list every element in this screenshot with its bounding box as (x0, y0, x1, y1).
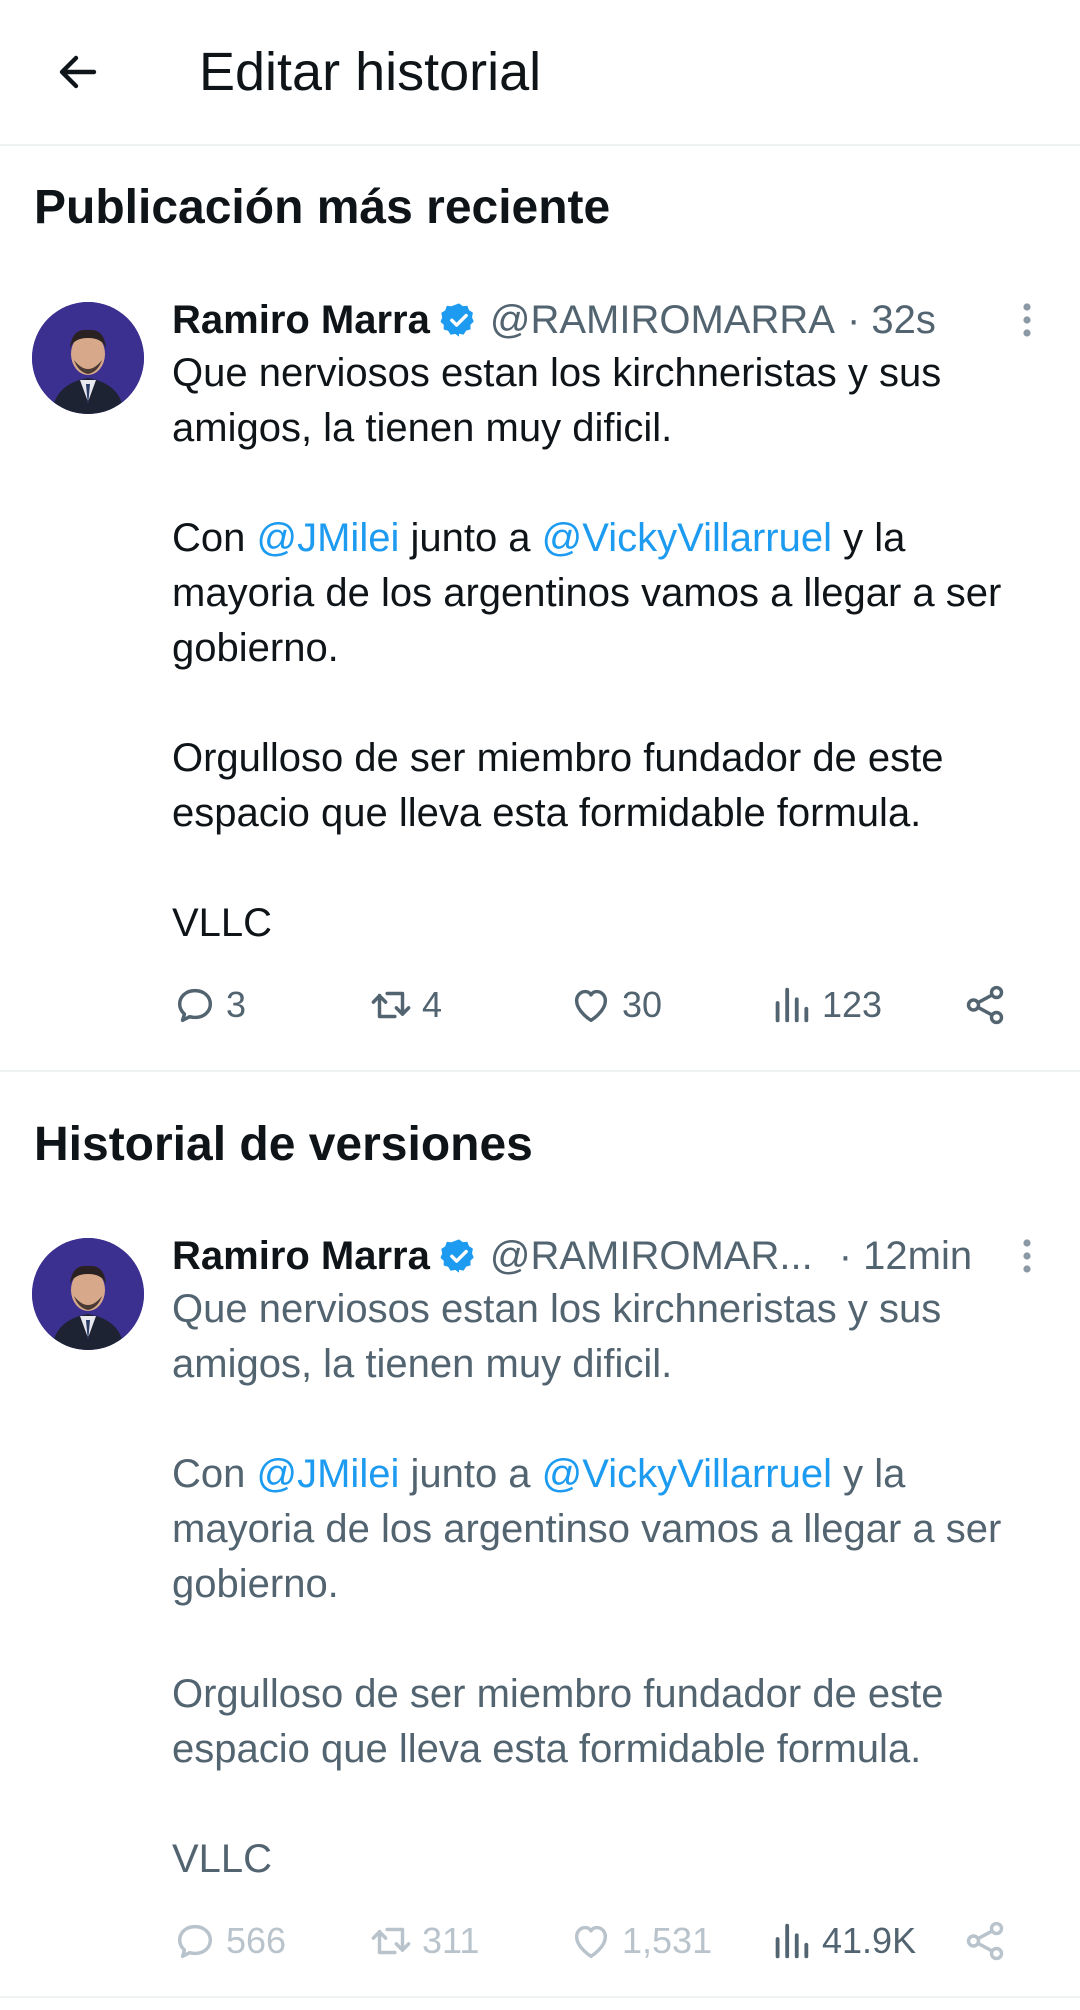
post-paragraph: Que nerviosos estan los kirchneristas y … (172, 1287, 942, 1386)
back-button[interactable] (42, 40, 114, 104)
more-options-button[interactable] (1012, 1236, 1042, 1276)
mention-link[interactable]: @JMilei (257, 1452, 400, 1496)
author-handle[interactable]: @RAMIROMARRA (490, 298, 835, 343)
post-text: Que nerviosos estan los kirchneristas y … (172, 1282, 1052, 1887)
repost-count: 4 (422, 984, 443, 1025)
post-paragraph: Orgulloso de ser miembro fundador de est… (172, 736, 944, 835)
avatar[interactable] (32, 1238, 144, 1350)
repost-count: 311 (422, 1920, 480, 1961)
text-span: junto a (399, 1452, 542, 1496)
mention-link[interactable]: @VickyVillarruel (542, 1452, 832, 1496)
section-divider (0, 1070, 1080, 1072)
post-paragraph: Con @JMilei junto a @VickyVillarruel y l… (172, 1447, 1052, 1612)
heart-icon (574, 1925, 608, 1959)
repost-icon (371, 991, 411, 1019)
reply-button[interactable]: 3 (172, 975, 246, 1035)
text-span: Con (172, 1452, 257, 1496)
post-paragraph: Que nerviosos estan los kirchneristas y … (172, 351, 942, 450)
heart-icon (574, 989, 608, 1023)
like-button: 1,531 (568, 1911, 712, 1971)
avatar-image (32, 302, 144, 414)
post-text: Que nerviosos estan los kirchneristas y … (172, 346, 1052, 951)
like-count: 30 (622, 984, 663, 1025)
post-paragraph: Con @JMilei junto a @VickyVillarruel y l… (172, 511, 1052, 676)
avatar-image (32, 1238, 144, 1350)
views-button[interactable]: 41.9K (768, 1911, 916, 1971)
more-options-button[interactable] (1012, 300, 1042, 340)
repost-button: 311 (368, 1911, 479, 1971)
avatar[interactable] (32, 302, 144, 414)
section-title-latest: Publicación más reciente (34, 181, 611, 234)
reply-count: 566 (226, 1920, 287, 1961)
post-meta: Ramiro Marra @RAMIROMAR... · 12min (172, 1226, 972, 1286)
post-meta: Ramiro Marra @RAMIROMARRA · 32s (172, 290, 936, 350)
like-count: 1,531 (622, 1920, 713, 1961)
post-paragraph: VLLC (172, 901, 273, 945)
post-paragraph: VLLC (172, 1837, 273, 1881)
mention-link[interactable]: @VickyVillarruel (542, 516, 832, 560)
share-icon (966, 985, 1004, 1025)
section-title-history: Historial de versiones (34, 1118, 533, 1171)
post-paragraph: Orgulloso de ser miembro fundador de est… (172, 1672, 944, 1771)
views-chart-icon (775, 987, 809, 1023)
share-icon (966, 1921, 1004, 1961)
author-name[interactable]: Ramiro Marra (172, 298, 430, 343)
author-name[interactable]: Ramiro Marra (172, 1234, 430, 1279)
views-chart-icon (775, 1923, 809, 1959)
more-vertical-icon (1023, 1239, 1031, 1273)
reply-button: 566 (172, 1911, 286, 1971)
share-button (962, 1911, 1016, 1971)
post-time[interactable]: · 32s (847, 298, 936, 343)
reply-icon (177, 988, 213, 1023)
views-count: 123 (822, 984, 883, 1025)
views-button[interactable]: 123 (768, 975, 882, 1035)
repost-icon (371, 1927, 411, 1955)
more-vertical-icon (1023, 303, 1031, 337)
like-button[interactable]: 30 (568, 975, 662, 1035)
repost-button[interactable]: 4 (368, 975, 442, 1035)
mention-link[interactable]: @JMilei (257, 516, 400, 560)
text-span: Con (172, 516, 257, 560)
verified-badge-icon (440, 1239, 474, 1273)
post-actions: 566 311 1,531 41.9K (172, 1911, 1032, 1971)
page-title: Editar historial (199, 42, 542, 102)
post-actions: 3 4 30 123 (172, 975, 1032, 1035)
author-handle[interactable]: @RAMIROMAR... (490, 1234, 813, 1279)
share-button[interactable] (962, 975, 1016, 1035)
reply-icon (177, 1924, 213, 1959)
text-span: junto a (399, 516, 542, 560)
reply-count: 3 (226, 984, 247, 1025)
top-bar: Editar historial (0, 0, 1080, 146)
verified-badge-icon (440, 303, 474, 337)
arrow-left-icon (59, 55, 97, 89)
post-time[interactable]: · 12min (839, 1234, 972, 1279)
section-divider (0, 1996, 1080, 1998)
views-count: 41.9K (822, 1920, 917, 1961)
